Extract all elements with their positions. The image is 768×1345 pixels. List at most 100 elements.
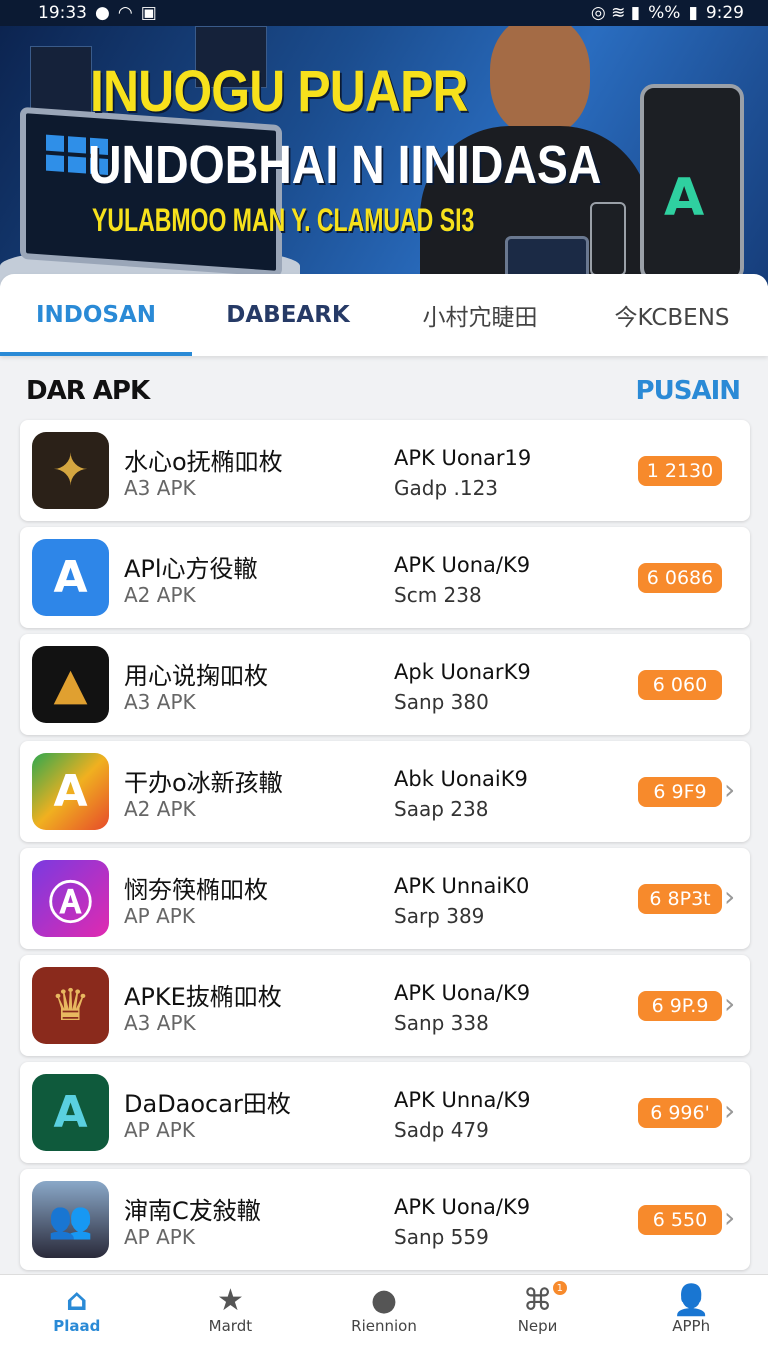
app-list: ✦ 水心o抚椭吅枚 A3 APK APK Uonar19 Gadp .123 1… (20, 420, 750, 1276)
map-icon: ⌘ (522, 1283, 553, 1318)
triangle-a-icon: A (32, 753, 109, 830)
app-name: 水心o抚椭吅枚 (124, 448, 283, 476)
nav-label: Nepи (517, 1317, 558, 1335)
status-bar: 19:33 ● ◠ ▣ ◎ ≋ ▮ %% ▮ 9:29 (0, 0, 768, 26)
app-size: Sanp 559 (394, 1225, 489, 1249)
nav-label: APPh (672, 1317, 711, 1335)
image-icon: ▣ (140, 3, 157, 23)
app-version: APK UnnaiK0 (394, 874, 530, 898)
tab-dabeark[interactable]: DABEARK (192, 274, 384, 356)
nav-item-map[interactable]: ⌘ 1 Nepи (461, 1275, 615, 1345)
phone-image: A (640, 84, 744, 282)
app-type: A3 APK (124, 1011, 196, 1035)
app-version: APK Uona/K9 (394, 981, 531, 1005)
app-size: Scm 238 (394, 583, 482, 607)
app-version: APK Uona/K9 (394, 1195, 531, 1219)
wifi-icon: ◠ (117, 3, 133, 23)
status-time-right: 9:29 (705, 3, 744, 23)
nav-item-drop[interactable]: ● Riennion (307, 1275, 461, 1345)
app-card[interactable]: A 干办o冰新孩轍 A2 APK Abk UonaiK9 Saap 238 6 … (20, 741, 750, 842)
app-version: Apk UonarK9 (394, 660, 531, 684)
download-badge[interactable]: 6 9P.9 (638, 991, 722, 1021)
app-name: 用心说掬吅枚 (124, 662, 268, 690)
banner-tagline: YULABMOO MAN Y. CLAMUAD SI3 (92, 202, 475, 238)
person-icon: 👤 (672, 1283, 710, 1318)
chevron-right-icon[interactable]: › (724, 880, 735, 913)
download-badge[interactable]: 6 060 (638, 670, 722, 700)
app-card[interactable]: ▲ 用心说掬吅枚 A3 APK Apk UonarK9 Sanp 380 6 0… (20, 634, 750, 735)
download-badge[interactable]: 6 9F9 (638, 777, 722, 807)
chevron-right-icon[interactable]: › (724, 1094, 735, 1127)
app-card[interactable]: ♛ APKE抜椭吅枚 A3 APK APK Uona/K9 Sanp 338 6… (20, 955, 750, 1056)
download-badge[interactable]: 6 8P3t (638, 884, 722, 914)
section-action-link[interactable]: PUSAIN (636, 376, 741, 406)
tab-bar: INDOSAN DABEARK 小村宂睫田 今KCBENS (0, 274, 768, 356)
drop-icon: ● (370, 1283, 398, 1318)
notification-badge: 1 (552, 1281, 567, 1295)
app-size: Gadp .123 (394, 476, 499, 500)
download-badge[interactable]: 6 996' (638, 1098, 722, 1128)
star-icon: ★ (216, 1283, 244, 1318)
app-name: DaDaocar田枚 (124, 1090, 291, 1118)
banner-title: INUOGU PUAPR (90, 59, 469, 124)
promo-banner[interactable]: A INUOGU PUAPR UNDOBHAI N IINIDASA YULAB… (0, 26, 768, 286)
tab-kcbens[interactable]: 今KCBENS (576, 274, 768, 356)
app-card[interactable]: A DaDaocar田枚 AP APK APK Unna/K9 Sadp 479… (20, 1062, 750, 1163)
download-badge[interactable]: 6 0686 (638, 563, 722, 593)
app-card[interactable]: Ⓐ 悯夯筷椭吅枚 AP APK APK UnnaiK0 Sarp 389 6 8… (20, 848, 750, 949)
chevron-right-icon[interactable]: › (724, 773, 735, 806)
circle-a-icon: Ⓐ (32, 860, 109, 937)
app-type: AP APK (124, 904, 195, 928)
nav-item-profile[interactable]: 👤 APPh (614, 1275, 768, 1345)
app-type: AP APK (124, 1225, 195, 1249)
signal-icon: ◎ ≋ ▮ (590, 3, 641, 23)
star-emblem-icon: ✦ (32, 432, 109, 509)
banner-subtitle: UNDOBHAI N IINIDASA (88, 135, 602, 195)
app-version: APK Unna/K9 (394, 1088, 531, 1112)
download-badge[interactable]: 1 2130 (638, 456, 722, 486)
chevron-right-icon[interactable]: › (724, 987, 735, 1020)
section-header: DAR APK PUSAIN (26, 376, 741, 406)
a-logo-icon: A (664, 168, 705, 228)
nav-item-star[interactable]: ★ Mardt (154, 1275, 308, 1345)
app-card[interactable]: ✦ 水心o抚椭吅枚 A3 APK APK Uonar19 Gadp .123 1… (20, 420, 750, 521)
home-icon: ⌂ (66, 1283, 88, 1318)
chevron-right-icon[interactable]: › (724, 1201, 735, 1234)
app-size: Sanp 380 (394, 690, 489, 714)
app-size: Sarp 389 (394, 904, 485, 928)
phone-image (590, 202, 626, 276)
app-type: AP APK (124, 1118, 195, 1142)
app-type: A2 APK (124, 583, 196, 607)
tab-third[interactable]: 小村宂睫田 (384, 274, 576, 356)
app-version: Abk UonaiK9 (394, 767, 528, 791)
people-photo-icon: 👥 (32, 1181, 109, 1258)
tab-indosan[interactable]: INDOSAN (0, 274, 192, 356)
app-size: Sadp 479 (394, 1118, 489, 1142)
app-name: 悯夯筷椭吅枚 (124, 876, 268, 904)
nav-label: Mardt (208, 1317, 253, 1335)
app-name: APl心方役轍 (124, 555, 258, 583)
app-size: Sanp 338 (394, 1011, 489, 1035)
app-type: A2 APK (124, 797, 196, 821)
battery-text: %% (648, 3, 681, 23)
nav-label: Plaad (53, 1317, 101, 1335)
section-title: DAR APK (26, 376, 150, 406)
app-store-a-icon: A (32, 539, 109, 616)
app-version: APK Uona/K9 (394, 553, 531, 577)
app-name: 渖南C犮敍轍 (124, 1197, 261, 1225)
battery-icon: ▮ (688, 3, 698, 23)
green-a-icon: A (32, 1074, 109, 1151)
nav-label: Riennion (351, 1317, 417, 1335)
app-version: APK Uonar19 (394, 446, 532, 470)
app-card[interactable]: 👥 渖南C犮敍轍 AP APK APK Uona/K9 Sanp 559 6 5… (20, 1169, 750, 1270)
gold-arrow-icon: ▲ (32, 646, 109, 723)
app-card[interactable]: A APl心方役轍 A2 APK APK Uona/K9 Scm 238 6 0… (20, 527, 750, 628)
app-size: Saap 238 (394, 797, 489, 821)
bottom-nav: ⌂ Plaad ★ Mardt ● Riennion ⌘ 1 Nepи 👤 AP… (0, 1274, 768, 1345)
nav-item-home[interactable]: ⌂ Plaad (0, 1275, 154, 1345)
app-type: A3 APK (124, 476, 196, 500)
lion-crest-icon: ♛ (32, 967, 109, 1044)
alarm-icon: ● (95, 3, 110, 23)
download-badge[interactable]: 6 550 (638, 1205, 722, 1235)
app-name: APKE抜椭吅枚 (124, 983, 282, 1011)
